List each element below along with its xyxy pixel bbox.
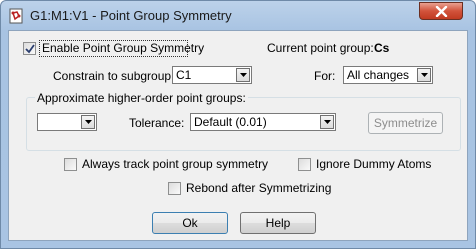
tolerance-value: Default (0.01) [194, 115, 267, 129]
approx-dropdown-button[interactable] [81, 115, 95, 129]
chevron-down-icon [421, 73, 428, 77]
always-track-checkbox[interactable] [64, 158, 77, 171]
constrain-label: Constrain to subgroup: [53, 69, 175, 83]
approx-point-group-select[interactable] [37, 113, 97, 131]
close-icon [435, 6, 448, 17]
tolerance-dropdown-button[interactable] [320, 115, 334, 129]
enable-symmetry-label[interactable]: Enable Point Group Symmetry [42, 41, 204, 55]
for-label: For: [314, 69, 336, 83]
symmetrize-button[interactable]: Symmetrize [368, 112, 443, 134]
window-title: G1:M1:V1 - Point Group Symmetry [30, 8, 232, 23]
rebond-checkbox[interactable] [168, 182, 181, 195]
app-icon [9, 8, 23, 24]
dialog-body: Enable Point Group Symmetry Current poin… [8, 30, 468, 241]
rebond-label[interactable]: Rebond after Symmetrizing [186, 181, 331, 195]
tolerance-label: Tolerance: [129, 116, 185, 130]
enable-symmetry-checkbox[interactable] [23, 42, 36, 55]
tolerance-select[interactable]: Default (0.01) [190, 113, 336, 131]
chevron-down-icon [324, 120, 331, 124]
ignore-dummy-label[interactable]: Ignore Dummy Atoms [316, 157, 431, 171]
ignore-dummy-checkbox[interactable] [298, 158, 311, 171]
checkmark-icon [25, 44, 35, 54]
constrain-subgroup-select[interactable]: C1 [172, 66, 252, 84]
dialog-window: G1:M1:V1 - Point Group Symmetry Enable P… [0, 0, 476, 249]
close-button[interactable] [419, 2, 463, 20]
chevron-down-icon [85, 120, 92, 124]
for-dropdown-button[interactable] [417, 68, 431, 82]
help-button[interactable]: Help [240, 212, 316, 234]
current-point-group-label: Current point group: [267, 41, 374, 55]
always-track-label[interactable]: Always track point group symmetry [82, 157, 268, 171]
for-select[interactable]: All changes [343, 66, 433, 84]
approximate-groupbox-label: Approximate higher-order point groups: [35, 91, 248, 105]
constrain-subgroup-value: C1 [176, 68, 192, 82]
chevron-down-icon [240, 73, 247, 77]
title-bar[interactable]: G1:M1:V1 - Point Group Symmetry [1, 1, 475, 29]
for-value: All changes [347, 68, 410, 82]
constrain-dropdown-button[interactable] [236, 68, 250, 82]
current-point-group-value: Cs [374, 41, 390, 55]
ok-button[interactable]: Ok [152, 212, 228, 234]
